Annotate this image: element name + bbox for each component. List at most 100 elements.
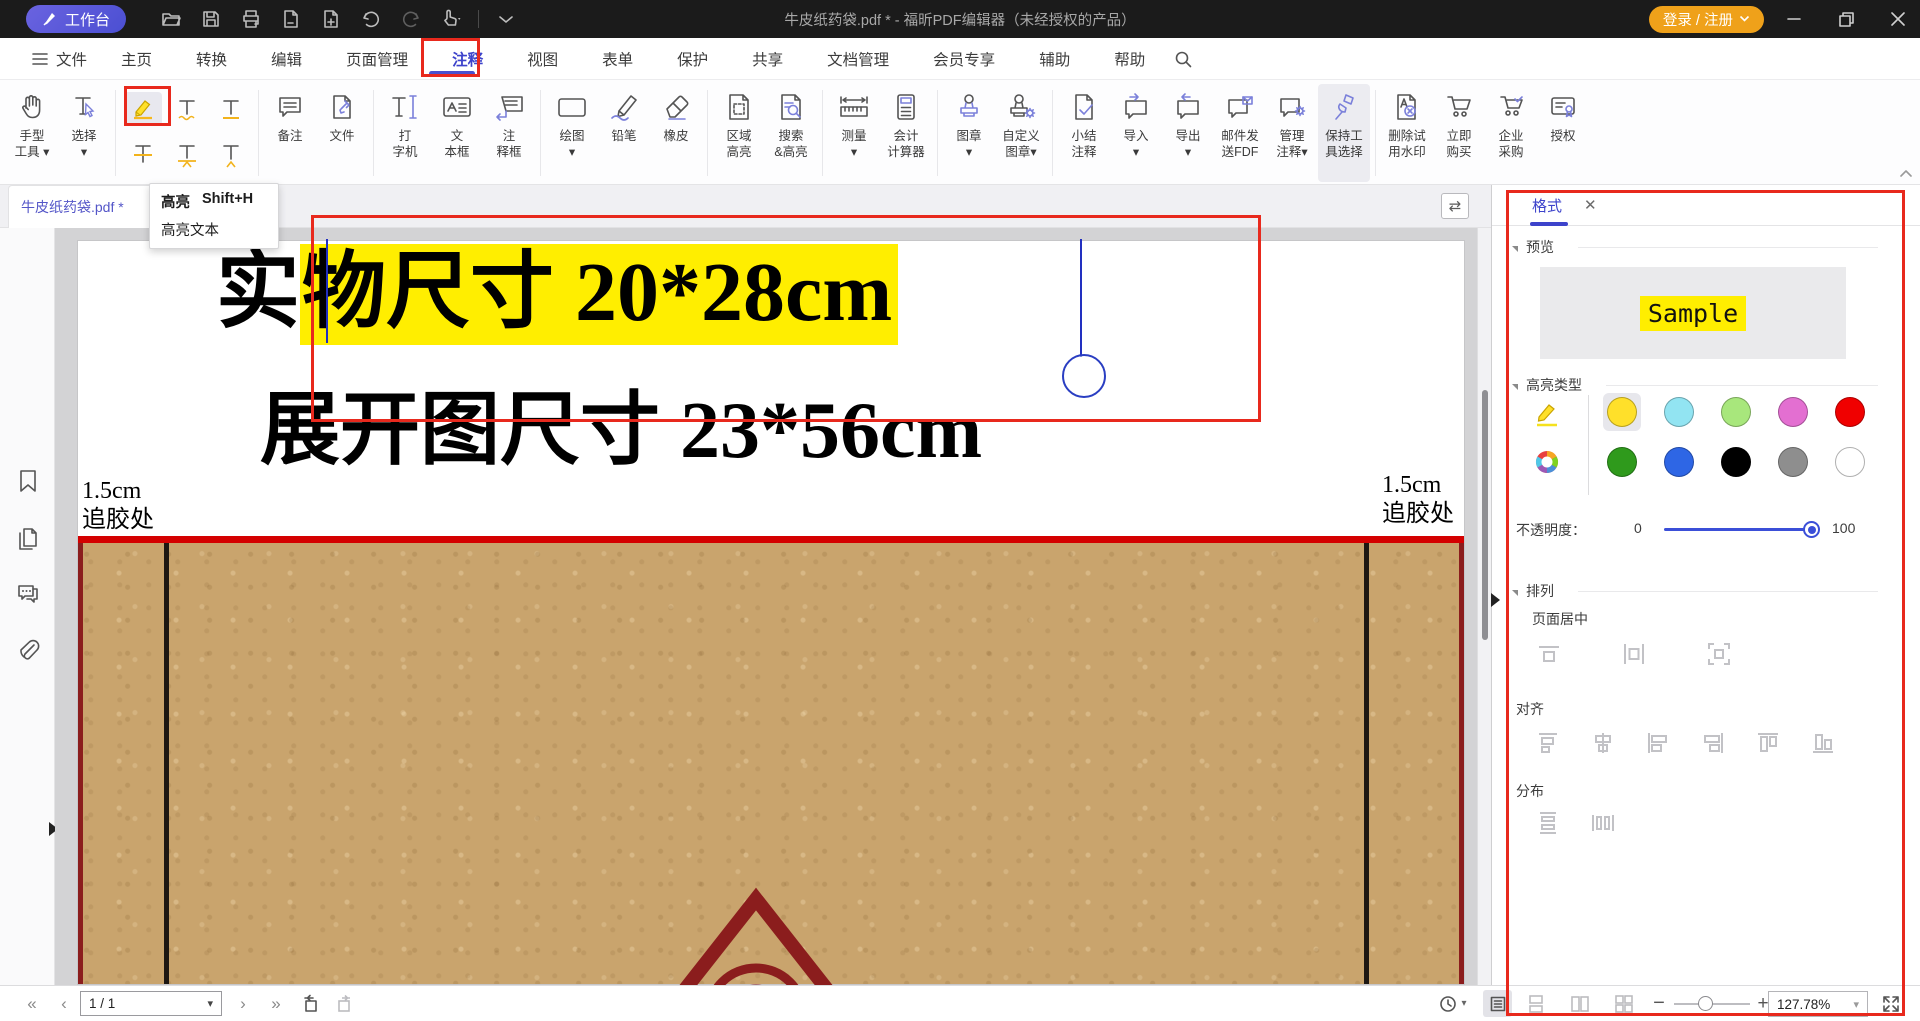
color-swatch-red[interactable] [1835,397,1865,427]
buy-now-button[interactable]: 立即 购买 [1433,84,1485,182]
previous-page-icon[interactable]: ‹ [52,986,76,1021]
insert-text-tool-button[interactable] [212,138,250,172]
last-page-icon[interactable]: » [264,986,288,1021]
license-button[interactable]: 授权 [1537,84,1589,182]
save-icon[interactable] [198,6,224,32]
align-center-icon[interactable] [1591,731,1615,755]
import-comments-button[interactable]: 导入 ▾ [1110,84,1162,182]
customize-toolbar-icon[interactable] [493,6,519,32]
zoom-out-icon[interactable]: − [1648,986,1670,1021]
drawing-button[interactable]: 绘图 ▾ [546,84,598,182]
bookmarks-icon[interactable] [15,468,41,494]
continuous-view-icon[interactable] [1522,986,1550,1021]
quad-view-icon[interactable] [1610,986,1638,1021]
reading-history-icon[interactable]: ▾ [1436,986,1470,1021]
file-attachment-button[interactable]: 文件 [316,84,368,182]
vertical-scrollbar[interactable] [1477,228,1491,985]
remove-trial-watermark-button[interactable]: 删除试 用水印 [1381,84,1433,182]
color-wheel-icon[interactable] [1532,447,1562,477]
next-page-icon[interactable]: › [231,986,255,1021]
menu-page-management[interactable]: 页面管理 [336,48,418,70]
typewriter-button[interactable]: 打 字机 [379,84,431,182]
callout-button[interactable]: 注 释框 [483,84,535,182]
scrollbar-thumb[interactable] [1482,390,1488,640]
touch-mode-icon[interactable] [438,6,464,32]
page-number-input[interactable]: 1 / 1▾ [80,991,222,1016]
ribbon-collapse-icon[interactable] [1898,168,1914,178]
zoom-slider-handle[interactable] [1698,996,1713,1011]
align-left-edge-icon[interactable] [1646,731,1670,755]
measure-button[interactable]: 测量 ▾ [828,84,880,182]
comments-icon[interactable] [15,580,41,606]
color-swatch-white[interactable] [1835,447,1865,477]
page-add-icon[interactable] [318,6,344,32]
center-both-icon[interactable] [1706,641,1732,667]
close-panel-icon[interactable]: ✕ [1584,196,1597,214]
enterprise-purchase-button[interactable]: 企业 采购 [1485,84,1537,182]
facing-view-icon[interactable] [1566,986,1594,1021]
color-swatch-green[interactable] [1607,447,1637,477]
color-swatch-black[interactable] [1721,447,1751,477]
replace-text-tool-button[interactable] [168,138,206,172]
menu-share[interactable]: 共享 [742,48,793,70]
workspace-button[interactable]: 工作台 [26,5,126,33]
page-minus-icon[interactable] [278,6,304,32]
search-icon[interactable] [1173,49,1193,69]
attachments-icon[interactable] [15,638,41,664]
menu-help[interactable]: 帮助 [1104,48,1155,70]
color-swatch-gray[interactable] [1778,447,1808,477]
color-swatch-pink[interactable] [1778,397,1808,427]
center-vertically-icon[interactable] [1621,641,1647,667]
menu-doc-management[interactable]: 文档管理 [817,48,899,70]
document-view[interactable]: 实物尺寸 20*28cm 展开图尺寸 23*56cm 1.5cm 追胶处 1.5… [55,228,1477,985]
restore-button[interactable] [1824,0,1868,38]
pencil-button[interactable]: 铅笔 [598,84,650,182]
highlighter-pen-icon[interactable] [1532,399,1562,429]
pdf-text-highlighted[interactable]: 物尺寸 20*28cm [300,244,898,345]
redo-icon[interactable] [398,6,424,32]
undo-icon[interactable] [358,6,384,32]
opacity-slider-handle[interactable] [1803,521,1820,538]
custom-stamp-button[interactable]: 自定义 图章▾ [995,84,1047,182]
align-top-icon[interactable] [1756,731,1780,755]
close-button[interactable] [1876,0,1920,38]
menu-comment[interactable]: 注释 [442,48,493,70]
menu-home[interactable]: 主页 [111,48,162,70]
stamp-button[interactable]: 图章 ▾ [943,84,995,182]
hand-tool-button[interactable]: 手型 工具 ▾ [6,84,58,182]
pages-icon[interactable] [15,526,41,552]
print-icon[interactable] [238,6,264,32]
summarize-comments-button[interactable]: 小结 注释 [1058,84,1110,182]
center-horizontally-icon[interactable] [1536,641,1562,667]
zoom-level-input[interactable]: 127.78%▾ [1768,991,1868,1017]
export-comments-button[interactable]: 导出 ▾ [1162,84,1214,182]
distribute-vertically-icon[interactable] [1536,811,1560,835]
color-swatch-green-light[interactable] [1721,397,1751,427]
eraser-button[interactable]: 橡皮 [650,84,702,182]
panel-collapse-arrow-icon[interactable] [1491,593,1500,607]
opacity-slider-track[interactable] [1664,528,1816,531]
align-bottom-icon[interactable] [1811,731,1835,755]
single-page-view-button[interactable] [1483,990,1512,1017]
keep-tool-selected-button[interactable]: 保持工 具选择 [1318,84,1370,182]
align-left-icon[interactable] [1536,731,1560,755]
textbox-button[interactable]: 文 本框 [431,84,483,182]
menu-view[interactable]: 视图 [517,48,568,70]
email-fdf-button[interactable]: 邮件发 送FDF [1214,84,1266,182]
strikeout-tool-button[interactable] [124,138,162,172]
menu-file[interactable]: 文件 [24,48,95,70]
rotate-left-icon[interactable] [297,986,325,1021]
menu-member[interactable]: 会员专享 [923,48,1005,70]
minimize-button[interactable] [1772,0,1816,38]
fullscreen-icon[interactable] [1876,986,1906,1021]
menu-form[interactable]: 表单 [592,48,643,70]
menu-convert[interactable]: 转换 [186,48,237,70]
selection-handle[interactable] [1062,354,1106,398]
color-swatch-yellow[interactable] [1607,397,1637,427]
swap-panel-icon[interactable]: ⇄ [1441,193,1469,219]
distribute-horizontally-icon[interactable] [1591,811,1615,835]
underline-tool-button[interactable] [212,92,250,126]
select-tool-button[interactable]: 选择 ▾ [58,84,110,182]
menu-accessibility[interactable]: 辅助 [1029,48,1080,70]
area-highlight-button[interactable]: 区域 高亮 [713,84,765,182]
